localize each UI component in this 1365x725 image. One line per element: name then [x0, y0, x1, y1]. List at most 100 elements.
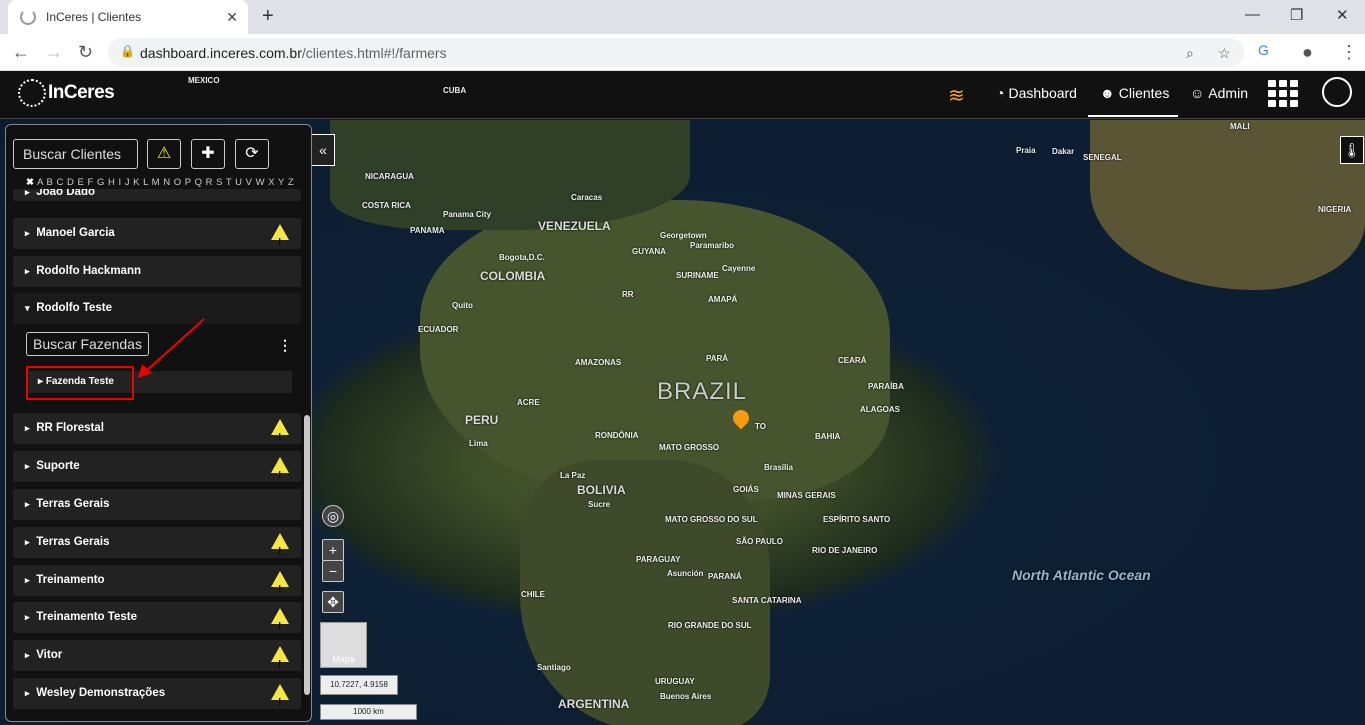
nav-dashboard[interactable]: ◔ Dashboard — [996, 85, 1077, 101]
caret-right-icon: ▸ — [25, 266, 30, 276]
map-label-senegal: SENEGAL — [1083, 153, 1122, 162]
warning-filter-button[interactable]: ⚠ — [147, 139, 181, 169]
client-row[interactable]: ▸ Vitor — [13, 640, 301, 680]
map-label-mato-grosso: MATO GROSSO — [659, 443, 720, 452]
warning-icon[interactable] — [271, 533, 289, 567]
close-tab-icon[interactable]: ✕ — [226, 9, 238, 26]
client-name: Rodolfo Teste — [36, 302, 113, 314]
map-label-alagoas: ALAGOAS — [860, 405, 900, 414]
new-tab-button[interactable]: + — [262, 5, 274, 28]
browser-tab[interactable]: InCeres | Clientes ✕ — [8, 0, 248, 34]
warning-icon[interactable] — [271, 419, 289, 453]
warning-icon[interactable] — [271, 608, 289, 642]
maximize-button[interactable]: ❐ — [1290, 6, 1303, 24]
warning-icon[interactable] — [271, 571, 289, 605]
map-label-bahia: BAHIA — [815, 432, 841, 441]
base-layer-switcher[interactable]: Mapa — [320, 622, 367, 668]
warning-icon[interactable] — [271, 646, 289, 680]
client-row[interactable]: ▸ Rodolfo Hackmann — [13, 256, 301, 287]
map-label-asuncion: Asunción — [667, 569, 704, 578]
client-name: RR Florestal — [36, 422, 104, 434]
wifi-icon: ≋ — [948, 85, 965, 107]
map-label-dakar: Dakar — [1052, 147, 1075, 156]
active-nav-indicator — [1088, 115, 1178, 117]
map-label-sucre: Sucre — [588, 500, 611, 509]
close-window-button[interactable]: ✕ — [1336, 6, 1349, 24]
client-row[interactable]: ▸ Terras Gerais — [13, 527, 301, 567]
refresh-button[interactable]: ⟳ — [235, 139, 269, 169]
map-label-cayenne: Cayenne — [722, 264, 756, 273]
url-path: /clientes.html#!/farmers — [301, 44, 447, 61]
client-row[interactable]: ▸ Terras Gerais — [13, 489, 301, 520]
bookmark-star-icon[interactable]: ☆ — [1218, 45, 1231, 62]
url-bar[interactable]: 🔒 dashboard.inceres.com.br/clientes.html… — [108, 38, 1244, 67]
zoom-out-button[interactable]: − — [322, 560, 344, 582]
caret-right-icon: ▸ — [25, 650, 30, 660]
client-row[interactable]: ▸ Wesley Demonstrações — [13, 678, 301, 718]
lock-icon: 🔒 — [120, 44, 135, 58]
back-button[interactable]: ← — [12, 42, 30, 63]
client-name: Treinamento — [36, 574, 105, 586]
coordinates-readout: 10.7227, 4.9158 — [320, 675, 398, 695]
map-label-paramaribo: Paramaribo — [690, 241, 735, 250]
map-label-praia: Praia — [1016, 146, 1036, 155]
client-name: Vitor — [36, 649, 63, 661]
map-label-costa-rica: COSTA RICA — [362, 201, 411, 210]
search-clients-input[interactable]: Buscar Clientes — [13, 139, 138, 169]
map-label-peru: PERU — [465, 413, 499, 427]
translate-icon[interactable]: G — [1258, 42, 1269, 58]
client-name: João Dado — [36, 189, 95, 198]
nav-admin[interactable]: ☺ Admin — [1190, 85, 1248, 101]
profile-icon[interactable]: ● — [1302, 42, 1313, 63]
nav-clientes[interactable]: ☻ Clientes — [1100, 85, 1169, 101]
map-label-rondonia: RONDÔNIA — [595, 431, 639, 440]
map-label-roraima: RR — [622, 290, 634, 299]
client-row[interactable]: ▸ Treinamento Teste — [13, 602, 301, 642]
south-america-landmass — [420, 200, 890, 500]
clear-filter-icon[interactable]: ✖ — [26, 177, 34, 188]
map-label-colombia: COLOMBIA — [480, 269, 546, 283]
inceres-logo[interactable]: InCeres — [18, 79, 115, 107]
compass-icon[interactable]: ◎ — [322, 505, 344, 527]
menu-icon[interactable]: ⋮ — [1340, 42, 1358, 63]
map-label-es: ESPÍRITO SANTO — [823, 515, 891, 524]
warning-icon[interactable] — [271, 457, 289, 491]
map-label-bogota: Bogota,D.C. — [499, 253, 545, 262]
apps-grid-icon[interactable] — [1268, 80, 1298, 107]
client-row[interactable]: ▾ Rodolfo Teste — [13, 293, 301, 324]
client-row[interactable]: ▸ RR Florestal — [13, 413, 301, 453]
logo-icon — [18, 79, 46, 107]
user-avatar-icon[interactable] — [1322, 77, 1352, 107]
map-label-la-paz: La Paz — [560, 471, 586, 480]
reload-button[interactable]: ↻ — [78, 42, 93, 63]
map-label-santiago: Santiago — [537, 663, 571, 672]
alphabet-filter[interactable]: ✖ A B C D E F G H I J K L M N O P Q R S … — [26, 177, 294, 188]
search-farms-input[interactable]: Buscar Fazendas — [26, 332, 149, 356]
caret-right-icon: ▸ — [25, 612, 30, 622]
pan-icon[interactable]: ✥ — [322, 591, 344, 613]
map-label-uruguay: URUGUAY — [655, 677, 695, 686]
thermometer-icon[interactable]: 🌡 — [1340, 136, 1364, 164]
map-label-acre: ACRE — [517, 398, 540, 407]
client-row-partial[interactable]: ▸ João Dado — [13, 189, 301, 201]
warning-icon[interactable] — [271, 224, 289, 258]
warning-icon[interactable] — [271, 684, 289, 718]
alphabet-letters[interactable]: A B C D E F G H I J K L M N O P Q R S T … — [37, 177, 294, 188]
browser-tabstrip: InCeres | Clientes ✕ + — ❐ ✕ — [0, 0, 1365, 34]
forward-button[interactable]: → — [45, 42, 63, 63]
client-row[interactable]: ▸ Treinamento — [13, 565, 301, 605]
add-client-button[interactable]: ✚ — [191, 139, 225, 169]
sidebar-scrollbar[interactable] — [304, 415, 310, 695]
minimize-button[interactable]: — — [1245, 6, 1260, 23]
client-row[interactable]: ▸ Manoel Garcia — [13, 218, 301, 258]
more-options-icon[interactable]: ⋮ — [278, 337, 292, 354]
client-row[interactable]: ▸ Suporte — [13, 451, 301, 491]
map-label-mexico: MEXICO — [188, 76, 220, 85]
scale-bar: 1000 km — [320, 704, 417, 720]
map-label-ms: MATO GROSSO DO SUL — [665, 515, 758, 524]
zoom-in-button[interactable]: + — [322, 539, 344, 561]
collapse-sidebar-button[interactable]: « — [311, 134, 335, 166]
zoom-icon[interactable]: ⌕ — [1186, 45, 1194, 62]
nav-admin-label: Admin — [1208, 85, 1248, 101]
map-label-rs: RIO GRANDE DO SUL — [668, 621, 752, 630]
